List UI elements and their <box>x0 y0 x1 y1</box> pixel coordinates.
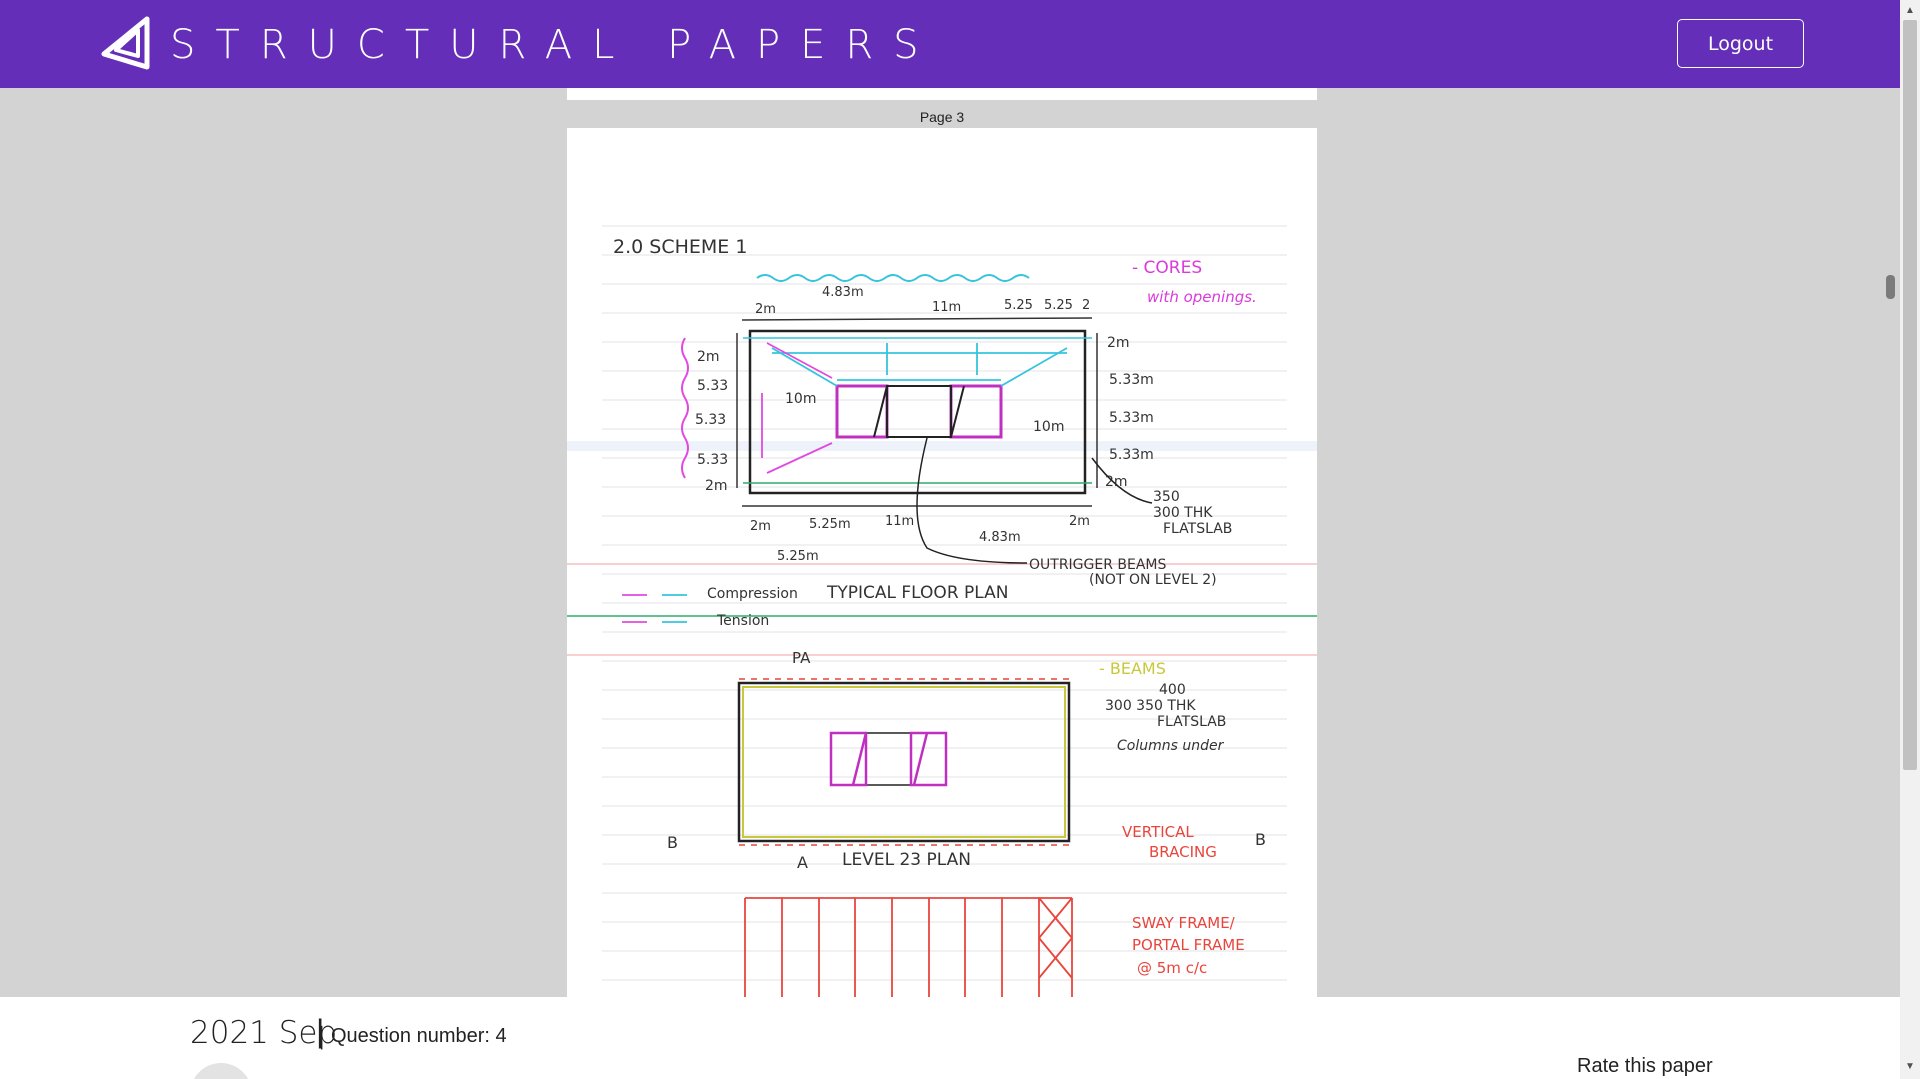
avatar <box>190 1063 252 1079</box>
dim-label: 2m <box>755 302 776 317</box>
dim-label: 5.33m <box>1109 410 1154 426</box>
outrigger-note: OUTRIGGER BEAMS <box>1029 557 1167 573</box>
slab2-note: 400 <box>1159 682 1186 698</box>
scroll-down-arrow-icon[interactable]: ▼ <box>1903 1060 1917 1074</box>
columns-note: Columns under <box>1117 738 1225 754</box>
slab2-note: 300 350 THK <box>1105 698 1196 714</box>
bracing-note: BRACING <box>1149 843 1217 861</box>
typical-floor-plan-title: TYPICAL FLOOR PLAN <box>826 583 1009 603</box>
rate-paper-label: Rate this paper <box>1577 1055 1713 1077</box>
sway-note: SWAY FRAME/ <box>1132 914 1236 932</box>
sway-note: PORTAL FRAME <box>1132 936 1245 954</box>
viewer-scroll-thumb[interactable] <box>1886 275 1895 299</box>
slab-note: FLATSLAB <box>1163 521 1232 537</box>
dim-label: 11m <box>885 514 914 529</box>
level-23-outline <box>737 681 1071 843</box>
handwritten-sketch: 2.0 SCHEME 1 - CORES with openings. 2m 4… <box>567 225 1317 997</box>
dim-label: 10m <box>785 391 816 407</box>
section-a-label: A <box>797 853 808 872</box>
dim-label: 2m <box>697 349 720 365</box>
dim-label: 2m <box>750 519 771 534</box>
sway-note: @ 5m c/c <box>1137 959 1207 977</box>
dim-label: 2m <box>1107 335 1130 351</box>
pdf-viewer[interactable]: Page 3 2.0 SCHEME 1 - CORES with opening… <box>0 88 1900 997</box>
section-b-right: B <box>1255 830 1266 849</box>
slab-note: 300 THK <box>1153 505 1213 521</box>
top-navbar: STRUCTURAL PAPERS Logout <box>0 0 1900 88</box>
dim-label: 5.33m <box>1109 447 1154 463</box>
previous-page <box>567 88 1317 100</box>
dim-label: 2m <box>705 478 728 494</box>
brand-title[interactable]: STRUCTURAL PAPERS <box>170 22 939 68</box>
section-b-left: B <box>667 833 678 852</box>
bracing-note: VERTICAL <box>1122 823 1194 841</box>
dim-label: 5.33 <box>697 378 728 394</box>
page-scroll-thumb[interactable] <box>1903 20 1917 770</box>
dim-label: 5.25 <box>1044 298 1073 313</box>
level-23-plan-title: LEVEL 23 PLAN <box>842 850 971 870</box>
dim-label: 5.33 <box>695 412 726 428</box>
dim-label: 5.25 <box>1004 298 1033 313</box>
dim-label: 10m <box>1033 419 1064 435</box>
dim-label: 2m <box>1069 514 1090 529</box>
page-label: Page 3 <box>919 109 965 125</box>
dim-label: 11m <box>932 300 961 315</box>
cores-note: - CORES <box>1132 258 1202 278</box>
slab-note: 350 <box>1153 489 1180 505</box>
sway-frame-elevation <box>744 897 1073 997</box>
dim-label: 5.25m <box>809 517 851 532</box>
cores-note-2: with openings. <box>1147 288 1257 306</box>
dim-label: 2 <box>1082 298 1090 313</box>
pdf-page: 2.0 SCHEME 1 - CORES with openings. 2m 4… <box>567 128 1317 997</box>
dim-label: 5.25m <box>777 549 819 564</box>
pa-label: PA <box>792 649 811 667</box>
dim-label: 4.83m <box>979 530 1021 545</box>
typical-floor-outline <box>748 329 1087 495</box>
scheme-title: 2.0 SCHEME 1 <box>613 236 747 258</box>
structural-papers-logo-icon[interactable] <box>100 16 152 70</box>
outrigger-note: (NOT ON LEVEL 2) <box>1089 572 1217 588</box>
paper-info: 2021 Sep | Question number: 4 Rate this … <box>0 997 1900 1079</box>
beams-note: - BEAMS <box>1099 659 1166 678</box>
logout-button[interactable]: Logout <box>1677 19 1804 68</box>
legend-tension: Tension <box>716 613 769 629</box>
dim-label: 5.33 <box>697 452 728 468</box>
question-number: Question number: 4 <box>331 1025 507 1047</box>
legend-compression: Compression <box>707 586 798 602</box>
title-separator: | <box>316 1013 325 1049</box>
scan-artifact <box>567 441 1317 451</box>
dim-label: 5.33m <box>1109 372 1154 388</box>
dim-label: 4.83m <box>822 285 864 300</box>
slab2-note: FLATSLAB <box>1157 714 1226 730</box>
scroll-up-arrow-icon[interactable]: ▲ <box>1903 4 1917 18</box>
